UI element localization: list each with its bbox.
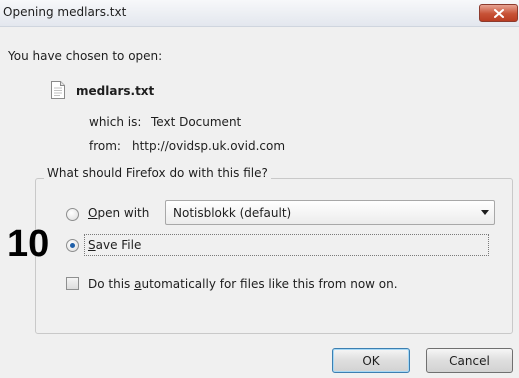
save-file-label[interactable]: Save File [88, 238, 141, 252]
save-file-mnemonic: S [88, 238, 96, 252]
action-group-legend: What should Firefox do with this file? [44, 166, 271, 180]
save-file-focus-ring [84, 234, 489, 256]
open-with-label-rest: pen with [97, 206, 150, 220]
close-button[interactable] [479, 4, 518, 22]
ok-button[interactable]: OK [332, 348, 410, 373]
auto-action-label-rest: utomatically for files like this from no… [141, 277, 398, 291]
file-type-value: Text Document [151, 115, 242, 129]
chosen-to-open-text: You have chosen to open: [8, 49, 163, 63]
save-file-radio[interactable] [66, 239, 79, 252]
step-number-annotation: 10 [7, 223, 50, 265]
window-title: Opening medlars.txt [3, 5, 127, 19]
text-file-icon [51, 81, 65, 99]
auto-action-label-prefix: Do this [88, 277, 135, 291]
source-url: http://ovidsp.uk.ovid.com [132, 139, 286, 153]
open-with-app-select[interactable]: Notisblokk (default) [165, 200, 495, 225]
title-bar: Opening medlars.txt [0, 0, 519, 27]
open-with-app-value: Notisblokk (default) [173, 206, 292, 220]
close-x-icon [493, 8, 504, 18]
auto-action-checkbox[interactable] [66, 277, 79, 290]
auto-action-label[interactable]: Do this automatically for files like thi… [88, 277, 398, 291]
save-file-label-rest: ave File [95, 238, 142, 252]
open-with-radio[interactable] [66, 208, 79, 221]
chevron-down-icon [481, 210, 489, 215]
file-name: medlars.txt [76, 84, 155, 98]
file-type-label: which is: [89, 115, 142, 129]
source-label: from: [89, 139, 121, 153]
cancel-button[interactable]: Cancel [426, 348, 513, 373]
open-file-dialog: Opening medlars.txt You have chosen to o… [0, 0, 519, 378]
open-with-label[interactable]: Open with [88, 206, 149, 220]
